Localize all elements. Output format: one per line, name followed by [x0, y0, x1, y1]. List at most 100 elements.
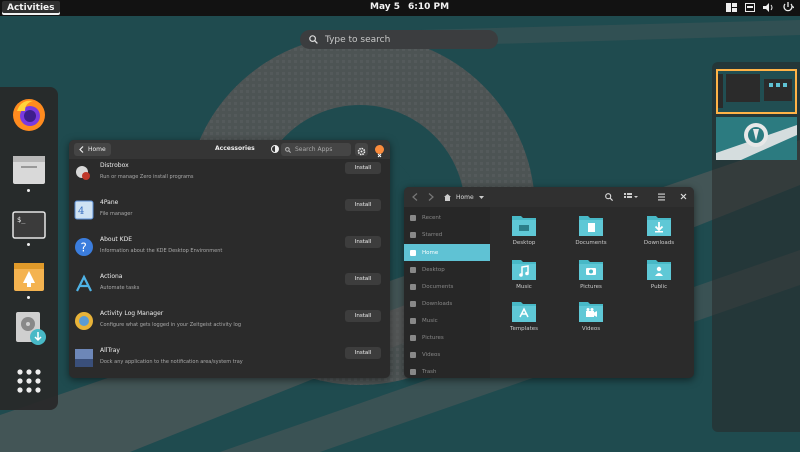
sidebar-item-trash[interactable]: Trash — [404, 363, 490, 378]
sidebar-item-pictures[interactable]: Pictures — [404, 329, 490, 346]
running-indicator — [27, 296, 30, 299]
app-list-item[interactable]: AllTray Dock any application to the noti… — [69, 344, 390, 378]
folder-pictures[interactable]: Pictures — [569, 258, 613, 300]
folder-label: Public — [650, 284, 668, 290]
app-description: Information about the KDE Desktop Enviro… — [100, 248, 223, 254]
activities-button[interactable]: Activities — [2, 1, 60, 15]
app-name: AllTray — [100, 347, 120, 354]
folder-downloads[interactable]: Downloads — [637, 214, 681, 256]
app-grid-icon[interactable] — [11, 363, 47, 399]
view-options-icon[interactable] — [624, 193, 638, 201]
window-title: Accessories — [215, 145, 255, 152]
search-placeholder: Type to search — [325, 34, 391, 45]
workspace-thumbnail-2[interactable] — [716, 117, 797, 160]
music-folder-icon — [512, 260, 536, 280]
4pane-icon: 4 — [74, 200, 94, 220]
search-icon[interactable] — [605, 193, 613, 201]
system-tray — [726, 2, 794, 12]
help-icon: ? — [75, 238, 93, 256]
close-button[interactable] — [375, 145, 384, 158]
install-button[interactable]: Install — [345, 273, 381, 285]
home-icon — [444, 193, 451, 201]
search-icon — [285, 146, 291, 153]
install-button[interactable]: Install — [345, 236, 381, 248]
tiling-icon[interactable] — [726, 2, 737, 12]
clock[interactable]: May 5 6:10 PM — [370, 2, 457, 12]
search-field[interactable]: Type to search — [300, 30, 498, 49]
sidebar-item-label: Recent — [422, 214, 442, 221]
close-icon[interactable] — [680, 193, 687, 200]
public-folder-icon — [647, 260, 671, 280]
folder-videos[interactable]: Videos — [569, 300, 613, 342]
sidebar-item-documents[interactable]: Documents — [404, 278, 490, 295]
firefox-icon[interactable] — [11, 97, 47, 133]
search-icon — [309, 35, 318, 44]
folder-music[interactable]: Music — [502, 258, 546, 300]
sidebar-item-label: Trash — [422, 368, 437, 375]
app-list-item[interactable]: Actiona Automate tasks Install — [69, 270, 390, 307]
app-list-item[interactable]: Distrobox Run or manage Zero install pro… — [69, 159, 390, 196]
files-icon[interactable] — [11, 152, 47, 188]
sidebar-item-recent[interactable]: Recent — [404, 209, 490, 226]
install-button[interactable]: Install — [345, 162, 381, 174]
app-name: About KDE — [100, 236, 132, 243]
downloads-folder-icon — [647, 216, 671, 236]
chevron-left-icon — [79, 146, 84, 153]
sidebar-item-downloads[interactable]: Downloads — [404, 295, 490, 312]
app-search-placeholder: Search Apps — [295, 146, 333, 153]
app-list-item[interactable]: ? About KDE Information about the KDE De… — [69, 233, 390, 270]
svg-text:4: 4 — [78, 206, 84, 217]
back-icon[interactable] — [412, 193, 418, 201]
sidebar-item-home[interactable]: Home — [404, 244, 490, 261]
dark-mode-icon[interactable] — [271, 145, 279, 153]
screen-icon[interactable] — [745, 2, 755, 12]
app-description: Dock any application to the notification… — [100, 359, 243, 365]
sidebar-item-desktop[interactable]: Desktop — [404, 261, 490, 278]
installer-icon[interactable] — [11, 310, 47, 346]
home-icon — [410, 249, 416, 256]
location-bar[interactable]: Home — [444, 191, 484, 203]
top-bar: Activities May 5 6:10 PM — [0, 0, 800, 16]
power-icon[interactable] — [782, 2, 794, 12]
sidebar-item-videos[interactable]: Videos — [404, 346, 490, 363]
volume-icon[interactable] — [763, 2, 774, 12]
app-list-item[interactable]: 4 4Pane File manager Install — [69, 196, 390, 233]
gear-icon — [357, 147, 366, 156]
documents-folder-icon — [579, 216, 603, 236]
folder-desktop[interactable]: Desktop — [502, 214, 546, 256]
desktop-folder-icon — [512, 216, 536, 236]
folder-label: Pictures — [580, 284, 602, 290]
install-button[interactable]: Install — [345, 347, 381, 359]
activity-log-icon — [75, 312, 93, 330]
sidebar-item-label: Pictures — [422, 334, 444, 341]
folder-public[interactable]: Public — [637, 258, 681, 300]
home-button[interactable]: Home — [74, 143, 111, 156]
distrobox-icon — [76, 166, 90, 180]
folder-label: Templates — [510, 326, 538, 332]
dock: $_ — [0, 87, 58, 410]
svg-text:?: ? — [81, 241, 87, 255]
app-name: 4Pane — [100, 199, 119, 206]
document-icon — [410, 283, 416, 290]
terminal-icon[interactable]: $_ — [11, 207, 47, 243]
forward-icon[interactable] — [428, 193, 434, 201]
app-store-icon[interactable] — [11, 259, 47, 295]
app-description: File manager — [100, 211, 133, 217]
alltray-icon — [75, 349, 93, 367]
menu-icon[interactable] — [658, 193, 665, 201]
sidebar-item-label: Music — [422, 317, 438, 324]
sidebar-item-label: Home — [422, 249, 439, 256]
sidebar-item-starred[interactable]: Starred — [404, 226, 490, 243]
install-button[interactable]: Install — [345, 310, 381, 322]
workspace-thumbnail-1[interactable] — [716, 69, 797, 114]
actiona-icon — [76, 274, 92, 292]
sidebar-item-music[interactable]: Music — [404, 312, 490, 329]
folder-templates[interactable]: Templates — [502, 300, 546, 342]
sidebar-item-label: Starred — [422, 231, 443, 238]
install-button[interactable]: Install — [345, 199, 381, 211]
app-search-input[interactable]: Search Apps — [281, 143, 351, 156]
running-indicator — [27, 189, 30, 192]
app-list-item[interactable]: Activity Log Manager Configure what gets… — [69, 307, 390, 344]
settings-button[interactable] — [355, 143, 368, 156]
folder-documents[interactable]: Documents — [569, 214, 613, 256]
